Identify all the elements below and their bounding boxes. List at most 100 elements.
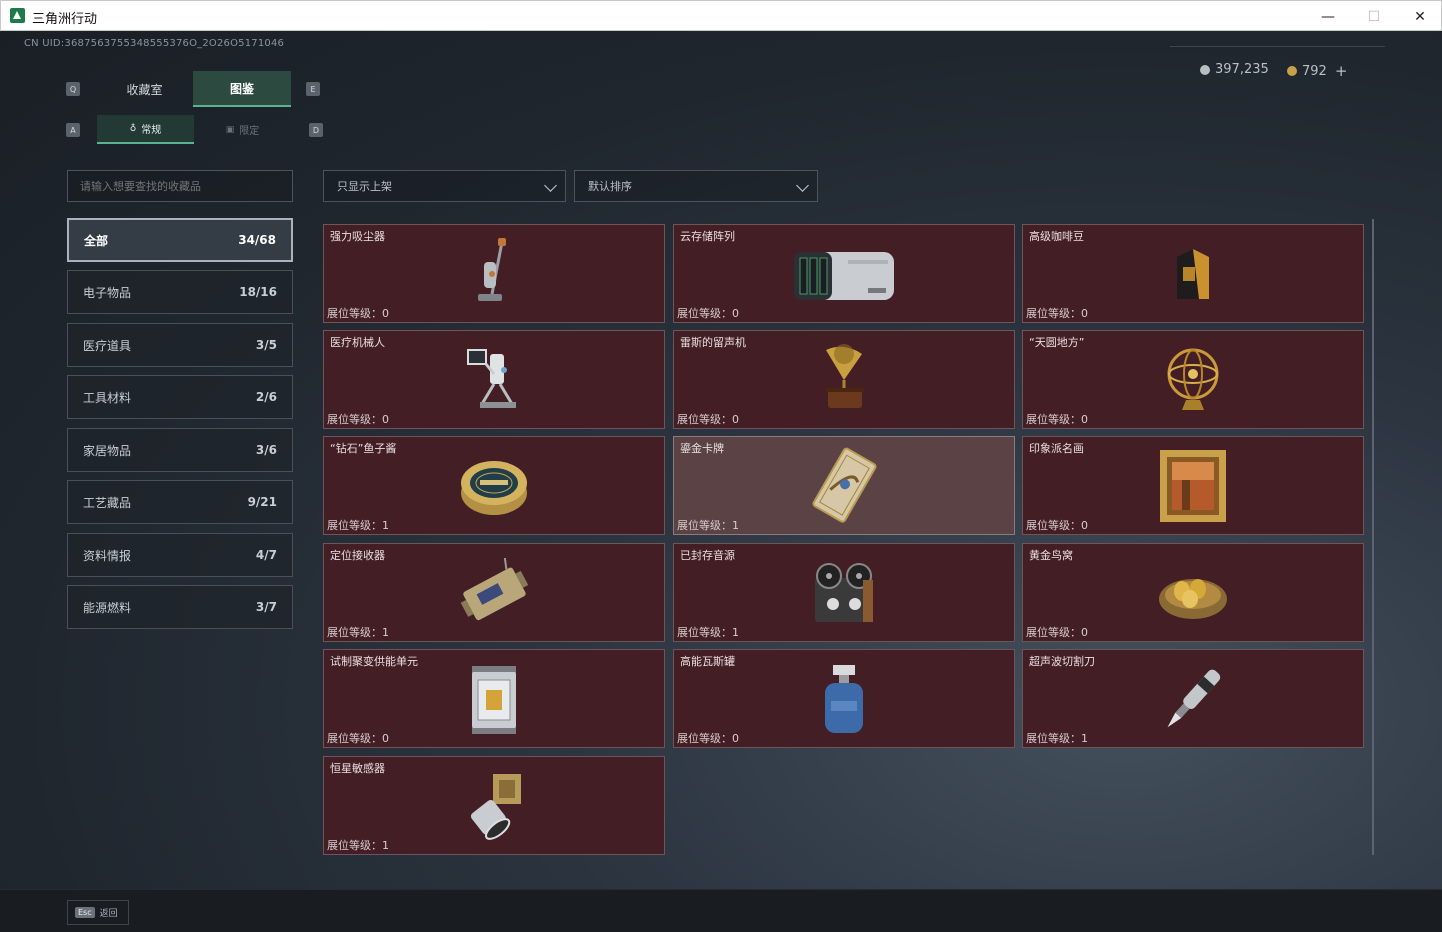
collection-card[interactable]: 云存储阵列 展位等级：0 (673, 224, 1015, 323)
item-level: 展位等级：1 (677, 519, 739, 532)
top-divider (1170, 46, 1385, 47)
category-household[interactable]: 家居物品 3/6 (67, 428, 293, 472)
item-level: 展位等级：0 (327, 732, 389, 745)
caviar-tin-icon (461, 460, 527, 515)
gold-coin-icon (1287, 66, 1297, 76)
category-label: 工艺藏品 (83, 495, 132, 510)
gilded-card-icon (812, 447, 877, 523)
key-hint-next-subtab: D (309, 123, 323, 137)
collection-card[interactable]: 超声波切割刀 展位等级：1 (1022, 649, 1364, 748)
golden-nest-icon (1159, 578, 1227, 619)
category-label: 电子物品 (83, 285, 132, 300)
category-intel[interactable]: 资料情报 4/7 (67, 533, 293, 577)
collection-card[interactable]: 恒星敏感器 展位等级：1 (323, 756, 665, 855)
flask-icon: ♁ (129, 123, 137, 134)
window-title: 三角洲行动 (32, 12, 98, 27)
collection-card[interactable]: “天圆地方” 展位等级：0 (1022, 330, 1364, 429)
esc-key-hint: Esc (75, 907, 95, 918)
category-count: 18/16 (239, 285, 277, 299)
sort-dropdown[interactable]: 默认排序 (574, 170, 818, 202)
silver-amount: 397,235 (1215, 62, 1269, 77)
collection-card[interactable]: 高级咖啡豆 展位等级：0 (1022, 224, 1364, 323)
tab-collection-room[interactable]: 收藏室 (96, 71, 193, 107)
minimize-button[interactable]: — (1305, 1, 1351, 32)
collection-card[interactable]: 高能瓦斯罐 展位等级：0 (673, 649, 1015, 748)
item-level: 展位等级：0 (327, 413, 389, 426)
category-tools[interactable]: 工具材料 2/6 (67, 375, 293, 419)
item-name: 雷斯的留声机 (680, 336, 746, 349)
search-input[interactable] (67, 170, 293, 202)
item-level: 展位等级：0 (1026, 413, 1088, 426)
collection-card[interactable]: 已封存音源 展位等级：1 (673, 543, 1015, 642)
back-button[interactable]: Esc 返回 (67, 900, 129, 925)
reel-recorder-icon (815, 562, 873, 622)
item-name: 医疗机械人 (330, 336, 385, 349)
item-level: 展位等级：0 (677, 307, 739, 320)
window-titlebar: 三角洲行动 — ☐ ✕ (0, 0, 1442, 31)
maximize-button[interactable]: ☐ (1351, 1, 1397, 32)
shelf-filter-value: 只显示上架 (337, 180, 392, 193)
collection-card[interactable]: 雷斯的留声机 展位等级：0 (673, 330, 1015, 429)
item-name: 云存储阵列 (680, 230, 735, 243)
collection-card[interactable]: “钻石”鱼子酱 展位等级：1 (323, 436, 665, 535)
category-label: 能源燃料 (83, 600, 132, 615)
collection-card[interactable]: 印象派名画 展位等级：0 (1022, 436, 1364, 535)
item-name: 恒星敏感器 (330, 762, 385, 775)
subtab-limited[interactable]: ▣ 限定 (194, 115, 291, 144)
item-level: 展位等级：1 (677, 626, 739, 639)
item-name: 已封存音源 (680, 549, 735, 562)
category-medical[interactable]: 医疗道具 3/5 (67, 323, 293, 367)
vacuum-icon (478, 237, 506, 301)
item-level: 展位等级：1 (1026, 732, 1088, 745)
category-count: 9/21 (247, 495, 277, 509)
subtab-regular-label: 常规 (141, 125, 162, 136)
item-level: 展位等级：0 (1026, 519, 1088, 532)
gramophone-icon (826, 343, 864, 408)
category-label: 全部 (84, 233, 109, 248)
item-name: 高级咖啡豆 (1029, 230, 1084, 243)
category-label: 家居物品 (83, 443, 132, 458)
tab-catalog[interactable]: 图鉴 (193, 71, 291, 107)
silver-coin-icon (1200, 64, 1210, 75)
category-count: 34/68 (238, 233, 276, 247)
item-name: “天圆地方” (1029, 336, 1085, 349)
locator-receiver-icon (460, 557, 529, 620)
category-label: 资料情报 (83, 548, 132, 563)
coffee-bag-icon (1177, 248, 1209, 299)
category-count: 3/7 (255, 600, 277, 614)
collection-card[interactable]: 试制聚变供能单元 展位等级：0 (323, 649, 665, 748)
item-level: 展位等级：0 (677, 732, 739, 745)
silver-currency: 397,235 (1200, 62, 1269, 77)
close-button[interactable]: ✕ (1397, 1, 1442, 32)
framed-painting-icon (1160, 449, 1226, 522)
armillary-sphere-icon (1167, 348, 1219, 410)
category-count: 3/6 (255, 443, 277, 457)
category-label: 工具材料 (83, 390, 132, 405)
subtab-regular[interactable]: ♁ 常规 (97, 115, 194, 144)
item-level: 展位等级：1 (327, 519, 389, 532)
bottom-bar: Esc 返回 (0, 889, 1442, 932)
category-crafts[interactable]: 工艺藏品 9/21 (67, 480, 293, 524)
item-level: 展位等级：0 (327, 307, 389, 320)
collection-card[interactable]: 医疗机械人 展位等级：0 (323, 330, 665, 429)
collection-card[interactable]: 定位接收器 展位等级：1 (323, 543, 665, 642)
key-hint-prev-tab: Q (66, 82, 80, 96)
gas-canister-icon (825, 664, 863, 733)
chevron-down-icon (544, 179, 557, 192)
add-currency-button[interactable]: + (1335, 62, 1348, 80)
shelf-filter-dropdown[interactable]: 只显示上架 (323, 170, 566, 202)
subtab-limited-label: 限定 (239, 126, 260, 137)
grid-scrollbar[interactable] (1372, 219, 1374, 855)
category-electronics[interactable]: 电子物品 18/16 (67, 270, 293, 314)
category-all[interactable]: 全部 34/68 (67, 218, 293, 262)
item-name: 超声波切割刀 (1029, 655, 1095, 668)
fusion-cell-icon (472, 665, 516, 734)
item-level: 展位等级：0 (1026, 307, 1088, 320)
collection-card[interactable]: 强力吸尘器 展位等级：0 (323, 224, 665, 323)
collection-card[interactable]: 黄金鸟窝 展位等级：0 (1022, 543, 1364, 642)
item-name: “钻石”鱼子酱 (330, 442, 397, 455)
category-count: 3/5 (255, 338, 277, 352)
collection-card[interactable]: 鎏金卡牌 展位等级：1 (673, 436, 1015, 535)
category-fuel[interactable]: 能源燃料 3/7 (67, 585, 293, 629)
medical-robot-icon (467, 348, 516, 408)
